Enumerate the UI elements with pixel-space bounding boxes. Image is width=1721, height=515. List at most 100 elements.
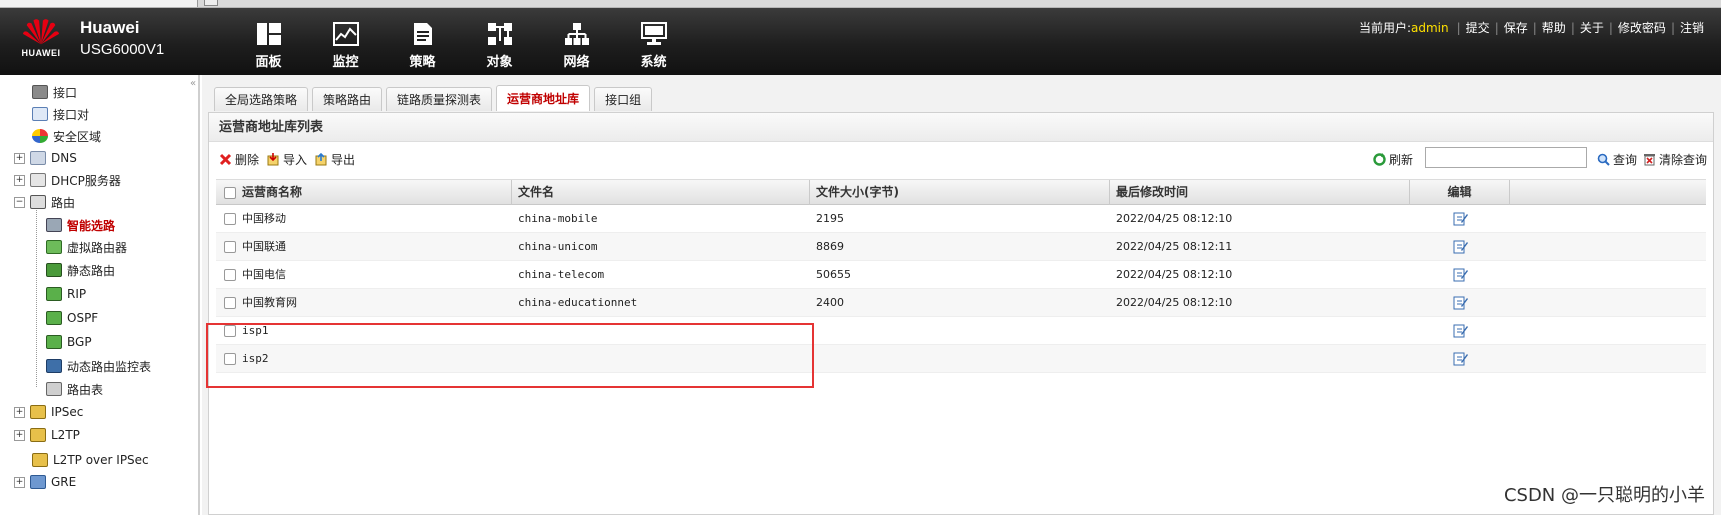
nav-monitor[interactable]: 监控 <box>307 22 384 70</box>
column-last-modified[interactable]: 最后修改时间 <box>1110 180 1410 205</box>
new-tab-button[interactable] <box>204 0 218 6</box>
sidebar-item-interface-pair[interactable]: 接口对 <box>32 103 89 125</box>
sidebar-item-route[interactable]: − 路由 <box>14 191 75 213</box>
dashboard-icon <box>256 23 281 45</box>
edit-icon[interactable] <box>1453 351 1468 366</box>
column-file-name[interactable]: 文件名 <box>512 180 810 205</box>
sidebar-item-security-zone[interactable]: 安全区域 <box>32 125 101 147</box>
ospf-icon <box>46 311 62 325</box>
nav-label: 对象 <box>486 55 513 70</box>
nav-object[interactable]: 对象 <box>461 22 538 70</box>
sidebar-item-static-route[interactable]: 静态路由 <box>46 259 115 281</box>
save-link[interactable]: 保存 <box>1504 19 1528 36</box>
isp-name-cell: 中国教育网 <box>216 289 512 316</box>
sidebar-item-l2tp[interactable]: + L2TP <box>14 424 80 446</box>
sidebar-item-route-table[interactable]: 路由表 <box>46 378 103 400</box>
sidebar-item-dhcp[interactable]: + DHCP服务器 <box>14 169 121 191</box>
row-checkbox[interactable] <box>224 296 236 309</box>
sidebar-item-dynamic-route-monitor[interactable]: 动态路由监控表 <box>46 355 151 377</box>
edit-icon[interactable] <box>1453 323 1468 338</box>
sidebar-item-l2tp-over-ipsec[interactable]: L2TP over IPSec <box>32 449 149 471</box>
tab-link-quality-probe[interactable]: 链路质量探测表 <box>386 87 493 111</box>
search-icon <box>1597 153 1610 166</box>
tab-policy-route[interactable]: 策略路由 <box>312 87 383 111</box>
nav-system[interactable]: 系统 <box>615 22 692 70</box>
collapse-sidebar-button[interactable]: « <box>190 78 196 89</box>
file-name-cell: china-telecom <box>518 268 605 281</box>
expand-icon[interactable]: + <box>14 476 25 488</box>
column-isp-name[interactable]: 运营商名称 <box>216 180 512 205</box>
sidebar-item-virtual-router[interactable]: 虚拟路由器 <box>46 236 127 258</box>
collapse-icon[interactable]: − <box>14 196 25 208</box>
edit-icon[interactable] <box>1453 211 1468 226</box>
search-input[interactable] <box>1425 147 1587 168</box>
gre-icon <box>30 475 46 489</box>
isp-name-cell: 中国电信 <box>216 261 512 288</box>
submit-link[interactable]: 提交 <box>1466 19 1490 36</box>
refresh-button[interactable]: 刷新 <box>1373 151 1413 168</box>
sidebar-item-gre[interactable]: + GRE <box>14 471 76 493</box>
sidebar-item-smart-routing[interactable]: 智能选路 <box>46 214 115 236</box>
expand-icon[interactable]: + <box>14 429 25 441</box>
logout-link[interactable]: 注销 <box>1680 19 1704 36</box>
sidebar-item-ipsec[interactable]: + IPSec <box>14 401 83 423</box>
column-file-size[interactable]: 文件大小(字节) <box>810 180 1110 205</box>
sidebar-item-label: BGP <box>67 335 92 349</box>
select-all-checkbox[interactable] <box>224 186 236 199</box>
query-button[interactable]: 查询 <box>1597 151 1637 168</box>
tab-isp-address-library[interactable]: 运营商地址库 <box>496 85 591 111</box>
sidebar-item-label: 智能选路 <box>67 218 116 233</box>
modified-time-cell: 2022/04/25 08:12:10 <box>1116 212 1233 225</box>
help-link[interactable]: 帮助 <box>1542 19 1566 36</box>
sidebar-item-dns[interactable]: + DNS <box>14 147 77 169</box>
edit-icon[interactable] <box>1453 239 1468 254</box>
expand-icon[interactable]: + <box>14 406 25 418</box>
row-checkbox[interactable] <box>224 212 236 225</box>
export-icon <box>315 153 327 166</box>
modified-time-cell: 2022/04/25 08:12:11 <box>1116 240 1233 253</box>
browser-tab[interactable] <box>0 0 198 7</box>
tab-interface-group[interactable]: 接口组 <box>594 87 653 111</box>
system-icon <box>640 22 667 45</box>
table-row[interactable]: 中国联通 china-unicom 8869 2022/04/25 08:12:… <box>216 233 1706 261</box>
edit-icon[interactable] <box>1453 295 1468 310</box>
nav-label: 监控 <box>332 55 359 70</box>
export-button[interactable]: 导出 <box>315 151 355 168</box>
sidebar-item-label: L2TP over IPSec <box>53 453 149 467</box>
expand-icon[interactable]: + <box>14 174 25 186</box>
nav-label: 网络 <box>563 55 590 70</box>
sidebar-item-label: 路由 <box>51 195 76 210</box>
toolbar: 删除 导入 导出 刷新 查询 清除查询 <box>209 143 1713 175</box>
bgp-icon <box>46 335 62 349</box>
dns-icon <box>30 151 46 165</box>
tab-global-route-policy[interactable]: 全局选路策略 <box>214 87 309 111</box>
row-checkbox[interactable] <box>224 240 236 253</box>
device-model: USG6000V1 <box>80 41 165 58</box>
import-button[interactable]: 导入 <box>267 151 307 168</box>
brand-name: Huawei <box>80 18 140 37</box>
nav-dashboard[interactable]: 面板 <box>230 22 307 70</box>
edit-icon[interactable] <box>1453 267 1468 282</box>
delete-button[interactable]: 删除 <box>219 151 259 168</box>
clear-query-icon <box>1644 154 1655 166</box>
edit-cell <box>1410 205 1510 232</box>
table-row[interactable]: 中国电信 china-telecom 50655 2022/04/25 08:1… <box>216 261 1706 289</box>
isp-name: 中国电信 <box>242 268 286 281</box>
sidebar-item-bgp[interactable]: BGP <box>46 331 92 353</box>
interface-icon <box>32 85 48 99</box>
edit-cell <box>1410 317 1510 344</box>
about-link[interactable]: 关于 <box>1580 19 1604 36</box>
expand-icon[interactable]: + <box>14 152 25 164</box>
nav-policy[interactable]: 策略 <box>384 22 461 70</box>
change-password-link[interactable]: 修改密码 <box>1618 19 1666 36</box>
clear-query-button[interactable]: 清除查询 <box>1643 151 1707 168</box>
sidebar-item-rip[interactable]: RIP <box>46 283 86 305</box>
nav-network[interactable]: 网络 <box>538 22 615 70</box>
sidebar-item-interface[interactable]: 接口 <box>32 81 77 103</box>
row-checkbox[interactable] <box>224 268 236 281</box>
edit-cell <box>1410 289 1510 316</box>
sidebar-item-label: RIP <box>67 287 87 301</box>
table-row[interactable]: 中国教育网 china-educationnet 2400 2022/04/25… <box>216 289 1706 317</box>
table-row[interactable]: 中国移动 china-mobile 2195 2022/04/25 08:12:… <box>216 205 1706 233</box>
sidebar-item-ospf[interactable]: OSPF <box>46 307 98 329</box>
